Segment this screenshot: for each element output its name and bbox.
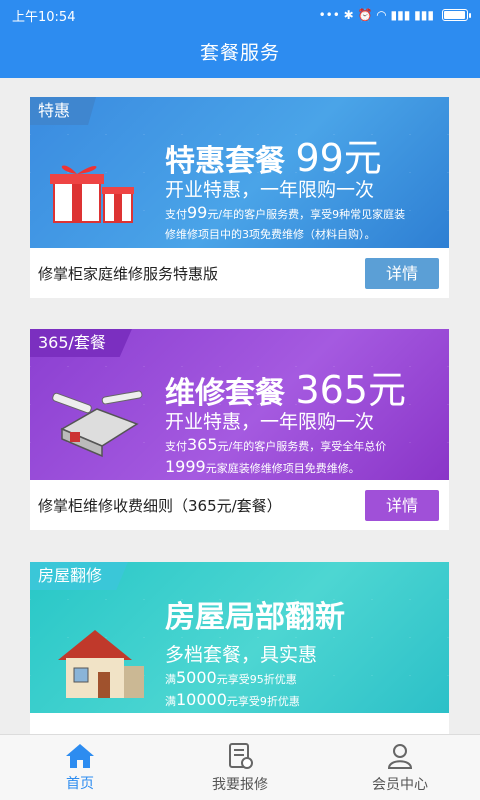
nav-item-member[interactable]: 会员中心 (320, 735, 480, 800)
package-subline: 开业特惠，一年限购一次 (165, 411, 375, 433)
top-bar: 上午10:54 ••• ✱ ⏰ ◠ ▮▮▮ ▮▮▮ 套餐服务 (0, 0, 480, 78)
package-description: 支付99元/年的客户服务费，享受9种常见家庭装 修维修项目中的3项免费维修（材料… (165, 203, 406, 241)
package-card-special[interactable]: 特惠 特惠套餐 99元 开业特惠，一年限购一次 支付99元/年的客户服务费，享受… (30, 97, 449, 298)
nav-label-member: 会员中心 (372, 776, 428, 793)
nav-label-repair: 我要报修 (212, 776, 268, 793)
package-footer: 修掌柜维修收费细则（365元/套餐） 详情 (30, 480, 449, 530)
package-headline: 特惠套餐 99元 (165, 136, 382, 180)
battery-icon (442, 9, 471, 21)
package-banner[interactable]: 房屋翻修 房屋局部翻新 多档套餐，具实惠 满5000元享受95折优惠 满1000… (30, 562, 449, 713)
status-bar: 上午10:54 ••• ✱ ⏰ ◠ ▮▮▮ ▮▮▮ (0, 0, 480, 30)
status-indicator-icons: ••• ✱ ⏰ ◠ ▮▮▮ ▮▮▮ (318, 8, 434, 22)
nav-label-home: 首页 (66, 775, 94, 792)
package-banner[interactable]: 特惠 特惠套餐 99元 开业特惠，一年限购一次 支付99元/年的客户服务费，享受… (30, 97, 449, 248)
package-footer-text: 修掌柜维修收费细则（365元/套餐） (38, 496, 282, 515)
package-card-renovation[interactable]: 房屋翻修 房屋局部翻新 多档套餐，具实惠 满5000元享受95折优惠 满1000… (30, 562, 449, 734)
package-tag: 特惠 (30, 97, 97, 125)
page-title: 套餐服务 (199, 42, 280, 64)
package-subline: 开业特惠，一年限购一次 (165, 179, 375, 201)
user-icon (387, 743, 413, 769)
package-banner[interactable]: 365/套餐 维修套餐 365元 开业特惠，一年限购一次 支付365元/年的客户… (30, 329, 449, 480)
tools-icon (52, 390, 143, 458)
repair-form-icon (229, 742, 253, 769)
house-icon (58, 630, 144, 698)
package-footer: 修掌柜家庭维修服务特惠版 详情 (30, 248, 449, 298)
package-subline: 多档套餐，具实惠 (165, 644, 318, 666)
status-time: 上午10:54 (12, 9, 76, 25)
bottom-nav: 首页 我要报修 会员中心 (0, 734, 480, 800)
package-tag: 365/套餐 (30, 329, 132, 357)
package-card-365[interactable]: 365/套餐 维修套餐 365元 开业特惠，一年限购一次 支付365元/年的客户… (30, 329, 449, 530)
package-description: 满5000元享受95折优惠 满10000元享受9折优惠 (165, 668, 300, 709)
gift-box-icon (50, 165, 134, 223)
home-icon (66, 743, 94, 768)
nav-item-repair[interactable]: 我要报修 (160, 735, 320, 800)
package-footer-text: 修掌柜家庭维修服务特惠版 (38, 264, 219, 283)
package-headline: 维修套餐 365元 (165, 368, 406, 412)
nav-item-home[interactable]: 首页 (0, 735, 160, 800)
package-tag: 房屋翻修 (30, 562, 129, 590)
package-headline: 房屋局部翻新 (165, 600, 345, 635)
package-description: 支付365元/年的客户服务费，享受全年总价 1999元家庭装修维修项目免费维修。 (165, 435, 387, 476)
details-button[interactable]: 详情 (365, 257, 439, 289)
status-icons: ••• ✱ ⏰ ◠ ▮▮▮ ▮▮▮ (318, 8, 471, 22)
details-button[interactable]: 详情 (365, 489, 439, 521)
